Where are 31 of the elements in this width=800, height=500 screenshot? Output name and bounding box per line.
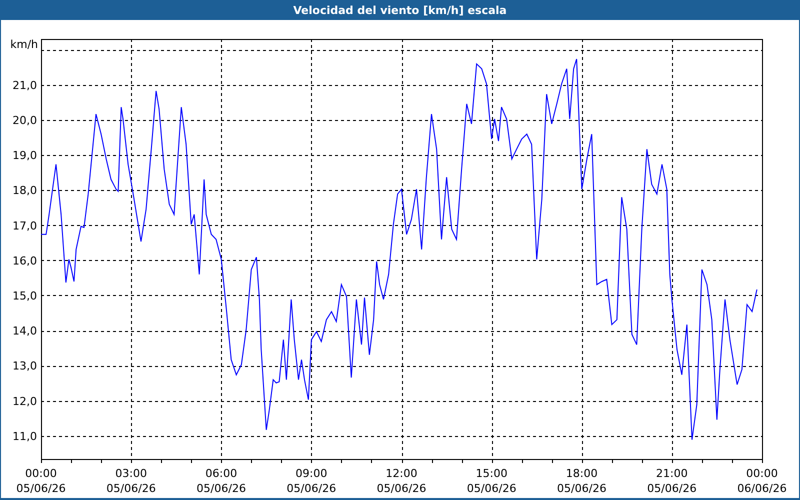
- y-tick-label: 20,0: [12, 114, 37, 128]
- y-axis-unit: km/h: [10, 38, 38, 51]
- window-title: Velocidad del viento [km/h] escala: [293, 4, 507, 16]
- date-label: 05/06/26: [106, 482, 156, 495]
- x-tick-label: 15:00: [476, 467, 508, 480]
- date-label: 05/06/26: [16, 482, 66, 495]
- y-tick-label: 14,0: [12, 324, 37, 338]
- x-tick-label: 12:00: [386, 467, 418, 480]
- date-label: 06/06/26: [737, 482, 787, 495]
- y-tick-label: 12,0: [12, 394, 37, 408]
- x-tick-label: 00:00: [25, 467, 57, 480]
- y-tick-label: 18,0: [12, 184, 37, 198]
- date-label: 05/06/26: [647, 482, 697, 495]
- y-tick-label: 19,0: [12, 149, 37, 162]
- y-tick-label: 16,0: [12, 254, 37, 268]
- x-tick-label: 06:00: [205, 467, 238, 480]
- x-tick-label: 00:00: [746, 467, 778, 480]
- date-label: 05/06/26: [376, 482, 426, 495]
- x-tick-label: 03:00: [115, 467, 147, 480]
- y-tick-label: 21,0: [12, 78, 37, 92]
- y-tick-label: 17,0: [12, 219, 37, 232]
- x-tick-label: 21:00: [656, 467, 688, 480]
- x-tick-label: 09:00: [296, 467, 328, 480]
- date-label: 05/06/26: [466, 482, 516, 495]
- y-tick-label: 13,0: [12, 360, 37, 373]
- x-tick-label: 18:00: [566, 467, 598, 480]
- date-label: 05/06/26: [286, 482, 336, 495]
- y-tick-label: 11,0: [12, 430, 37, 443]
- date-label: 05/06/26: [557, 482, 606, 495]
- date-label: 05/06/26: [196, 482, 246, 495]
- y-tick-label: 15,0: [12, 290, 37, 302]
